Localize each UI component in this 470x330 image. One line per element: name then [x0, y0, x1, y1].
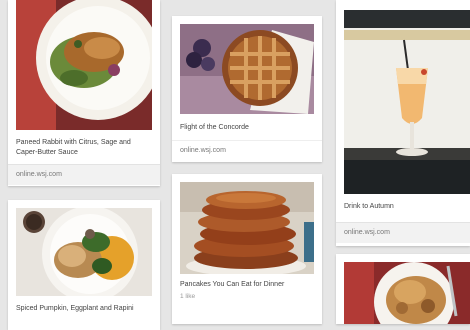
pin-card[interactable]: Paneed Rabbit with Citrus, Sage and Cape…: [8, 0, 160, 186]
pin-description: Flight of the Concorde: [180, 124, 249, 131]
like-count: 1 like: [180, 293, 196, 300]
pin-card[interactable]: Pancakes You Can Eat for Dinner 1 like: [172, 174, 322, 324]
pancakes-image[interactable]: [180, 182, 314, 274]
pin-card[interactable]: Drink to Autumn online.wsj.com: [336, 0, 470, 246]
pie-image[interactable]: [180, 24, 314, 114]
pumpkin-dish-image[interactable]: [16, 208, 152, 296]
pin-description: Drink to Autumn: [344, 203, 394, 210]
pin-description: Spiced Pumpkin, Eggplant and Rapini: [16, 305, 134, 312]
pin-footer: online.wsj.com: [172, 140, 322, 161]
pin-source-link[interactable]: online.wsj.com: [344, 229, 390, 236]
cocktail-image[interactable]: [344, 10, 470, 194]
pin-footer: online.wsj.com: [8, 164, 160, 185]
pin-description: Paneed Rabbit with Citrus, Sage and Cape…: [16, 139, 131, 156]
pin-card[interactable]: Spiced Pumpkin, Eggplant and Rapini: [8, 200, 160, 330]
pin-source-link[interactable]: online.wsj.com: [16, 171, 62, 178]
pin-footer: online.wsj.com: [336, 222, 470, 243]
pin-card[interactable]: Flight of the Concorde online.wsj.com: [172, 16, 322, 162]
pin-card[interactable]: [336, 254, 470, 324]
pin-description: Pancakes You Can Eat for Dinner: [180, 281, 285, 288]
pin-source-link[interactable]: online.wsj.com: [180, 147, 226, 154]
casserole-image[interactable]: [344, 262, 470, 324]
rabbit-dish-image[interactable]: [16, 0, 152, 130]
